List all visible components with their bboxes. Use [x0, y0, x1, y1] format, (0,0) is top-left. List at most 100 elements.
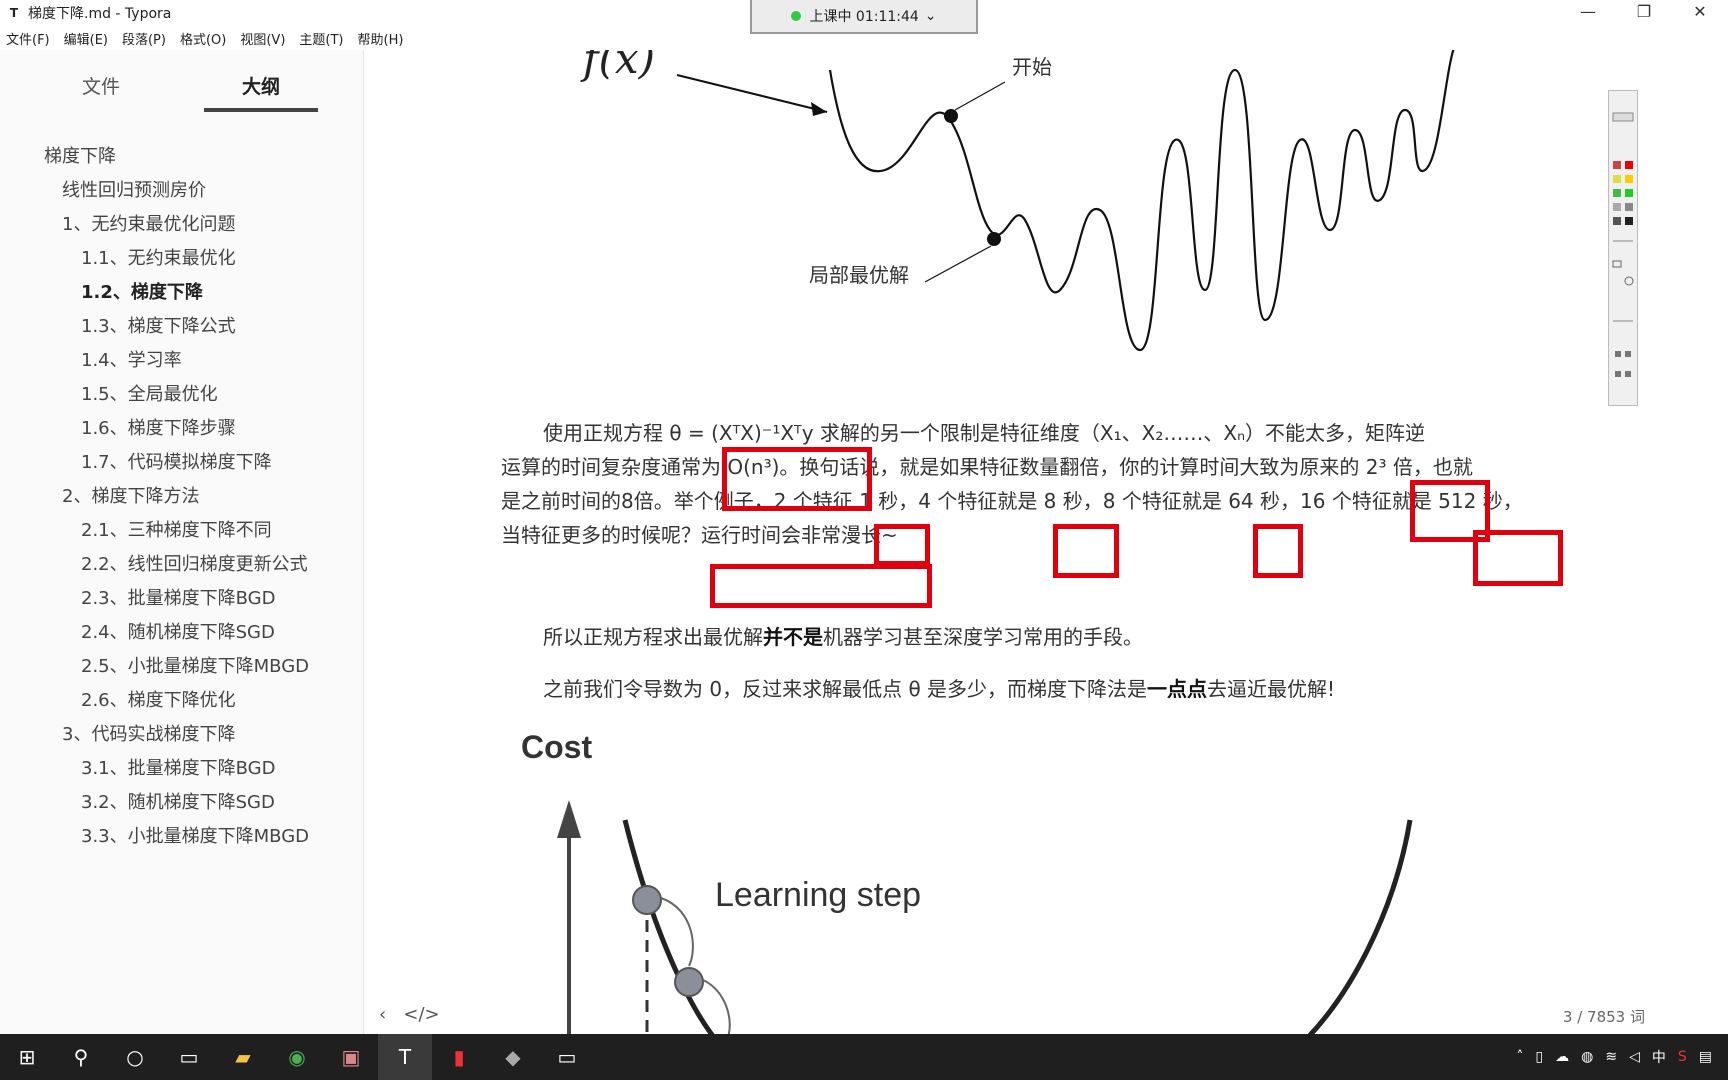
class-timer-text: 上课中 01:11:44	[809, 9, 919, 25]
tray-expand-icon[interactable]: ˄	[1516, 1049, 1523, 1065]
sidebar: 文件 大纲 梯度下降 线性回归预测房价 1、无约束最优化问题 1.1、无约束最优…	[0, 50, 364, 1034]
window-controls: — ❐ ✕	[1560, 0, 1728, 26]
outline-item[interactable]: 2.5、小批量梯度下降MBGD	[81, 652, 309, 678]
outline-item[interactable]: 1.5、全局最优化	[81, 380, 218, 406]
function-curve	[828, 50, 1455, 352]
close-button[interactable]: ✕	[1672, 0, 1728, 26]
start-point	[944, 109, 958, 123]
menu-edit[interactable]: 编辑(E)	[64, 29, 108, 48]
menu-bar: 文件(F) 编辑(E) 段落(P) 格式(O) 视图(V) 主题(T) 帮助(H…	[0, 26, 1728, 50]
y-axis-arrow-icon	[557, 800, 581, 838]
paragraph-line-2: 运算的时间复杂度通常为 O(n³)。换句话说，就是如果特征数量翻倍，你的计算时间…	[501, 455, 1473, 479]
system-tray: ˄ ▯ ☁ ◍ ≋ ◁ 中 S ▤	[1510, 1034, 1728, 1080]
wifi-icon[interactable]: ≋	[1605, 1049, 1617, 1065]
source-code-toggle-icon[interactable]: </>	[403, 1004, 439, 1025]
outline-item[interactable]: 1、无约束最优化问题	[62, 210, 235, 236]
outline-item[interactable]: 2.1、三种梯度下降不同	[81, 516, 272, 542]
typora-logo-icon: T	[9, 6, 19, 20]
minimize-button[interactable]: —	[1560, 0, 1616, 26]
local-min-point	[987, 232, 1001, 246]
outline-item[interactable]: 1.6、梯度下降步骤	[81, 414, 236, 440]
annotation-box-512	[1473, 530, 1563, 586]
typora-taskbar-icon[interactable]: T	[378, 1034, 432, 1080]
p3-post: 去逼近最优解!	[1207, 677, 1336, 701]
outline-item[interactable]: 线性回归预测房价	[62, 176, 206, 202]
step-arc-1	[660, 897, 694, 967]
menu-view[interactable]: 视图(V)	[240, 29, 285, 48]
p2-pre: 所以正规方程求出最优解	[543, 625, 763, 649]
outline-item[interactable]: 2.3、批量梯度下降BGD	[81, 584, 275, 610]
fx-arrow	[676, 74, 828, 113]
media-app-icon[interactable]: ◆	[486, 1034, 540, 1080]
cost-axis-label: Cost	[521, 729, 593, 765]
start-label: 开始	[1012, 55, 1052, 79]
typora-window: T 梯度下降.md - Typora — ❐ ✕ 上课中 01:11:44 ⌄ …	[0, 0, 1728, 1080]
menu-paragraph[interactable]: 段落(P)	[122, 29, 166, 48]
outline-item-active[interactable]: 1.2、梯度下降	[81, 278, 203, 304]
outline-item[interactable]: 3、代码实战梯度下降	[62, 720, 235, 746]
windows-taskbar: ⊞ ⚲ ○ ▭ ▰ ◉ ▣ T ▮ ◆ ▭ ˄ ▯ ☁ ◍ ≋ ◁ 中 S ▤	[0, 1034, 1728, 1080]
step-point-1	[632, 885, 662, 915]
outline-item[interactable]: 2.2、线性回归梯度更新公式	[81, 550, 308, 576]
outline-item[interactable]: 3.3、小批量梯度下降MBGD	[81, 822, 309, 848]
status-bar: ‹ </> 3 / 7853 词	[365, 996, 1665, 1034]
annotation-box-1-second	[874, 524, 930, 566]
chevron-down-icon[interactable]: ⌄	[925, 8, 937, 24]
menu-help[interactable]: 帮助(H)	[358, 29, 404, 48]
outline-item[interactable]: 1.7、代码模拟梯度下降	[81, 448, 272, 474]
maximize-button[interactable]: ❐	[1616, 0, 1672, 26]
editor-content[interactable]: f(x) 开始 局部最优解 使用正规方程 θ = (XᵀX)⁻¹Xᵀy 求解的另…	[365, 50, 1728, 1034]
start-leader	[954, 81, 1006, 111]
outline-item[interactable]: 2.4、随机梯度下降SGD	[81, 618, 275, 644]
menu-format[interactable]: 格式(O)	[180, 29, 226, 48]
menu-file[interactable]: 文件(F)	[6, 29, 50, 48]
annotation-box-8-seconds	[1053, 524, 1119, 578]
p3-pre: 之前我们令导数为 0，反过来求解最低点 θ 是多少，而梯度下降法是	[543, 677, 1148, 701]
file-explorer-icon[interactable]: ▰	[216, 1034, 270, 1080]
paragraph-line-4: 当特征更多的时候呢？运行时间会非常漫长~	[501, 523, 898, 547]
outline-item[interactable]: 1.3、梯度下降公式	[81, 312, 236, 338]
usb-icon[interactable]: ▯	[1535, 1049, 1543, 1065]
notification-icon[interactable]: ▤	[1699, 1049, 1712, 1065]
paragraph-line-3: 是之前时间的8倍。举个例子，2 个特征 1 秒，4 个特征就是 8 秒，8 个特…	[501, 489, 1523, 513]
annotation-toolbar[interactable]	[1608, 90, 1638, 406]
terminal-icon[interactable]: ▭	[540, 1034, 594, 1080]
p2-bold: 并不是	[763, 625, 823, 649]
paragraph-3: 之前我们令导数为 0，反过来求解最低点 θ 是多少，而梯度下降法是一点点去逼近最…	[543, 672, 1335, 706]
search-icon[interactable]: ⚲	[54, 1034, 108, 1080]
back-arrow-icon[interactable]: ‹	[379, 1004, 386, 1025]
windows-start-icon[interactable]: ⊞	[0, 1034, 54, 1080]
tab-outline[interactable]: 大纲	[206, 72, 316, 99]
step-point-2	[674, 967, 704, 997]
outline-item[interactable]: 2、梯度下降方法	[62, 482, 199, 508]
outline-item[interactable]: 梯度下降	[44, 142, 116, 168]
sidebar-tabs: 文件 大纲	[0, 64, 364, 112]
outline-item[interactable]: 3.1、批量梯度下降BGD	[81, 754, 275, 780]
fx-label: f(x)	[583, 50, 656, 83]
volume-icon[interactable]: ◁	[1629, 1049, 1640, 1065]
outline-item[interactable]: 3.2、随机梯度下降SGD	[81, 788, 275, 814]
annotation-box-64	[1253, 524, 1303, 578]
network-icon[interactable]: ◍	[1581, 1049, 1593, 1065]
outline-item[interactable]: 1.1、无约束最优化	[81, 244, 236, 270]
paint-app-icon[interactable]: ▣	[324, 1034, 378, 1080]
task-view-icon[interactable]: ▭	[162, 1034, 216, 1080]
paragraph-2: 所以正规方程求出最优解并不是机器学习甚至深度学习常用的手段。	[543, 620, 1143, 654]
input-method-icon[interactable]: 中	[1652, 1047, 1666, 1067]
cortana-icon[interactable]: ○	[108, 1034, 162, 1080]
tab-files[interactable]: 文件	[46, 72, 156, 99]
cloud-icon[interactable]: ☁	[1555, 1049, 1569, 1065]
outline-item[interactable]: 1.4、学习率	[81, 346, 182, 372]
pdf-app-icon[interactable]: ▮	[432, 1034, 486, 1080]
learning-step-label: Learning step	[715, 876, 922, 914]
menu-theme[interactable]: 主题(T)	[299, 29, 343, 48]
outline-item[interactable]: 2.6、梯度下降优化	[81, 686, 236, 712]
active-tab-indicator	[204, 108, 318, 112]
word-count[interactable]: 3 / 7853 词	[1563, 1006, 1645, 1027]
p2-post: 机器学习甚至深度学习常用的手段。	[823, 625, 1143, 649]
p3-bold: 一点点	[1147, 677, 1208, 701]
local-min-leader	[924, 245, 992, 283]
window-title: 梯度下降.md - Typora	[28, 6, 172, 22]
sogou-icon[interactable]: S	[1678, 1049, 1687, 1065]
chrome-icon[interactable]: ◉	[270, 1034, 324, 1080]
